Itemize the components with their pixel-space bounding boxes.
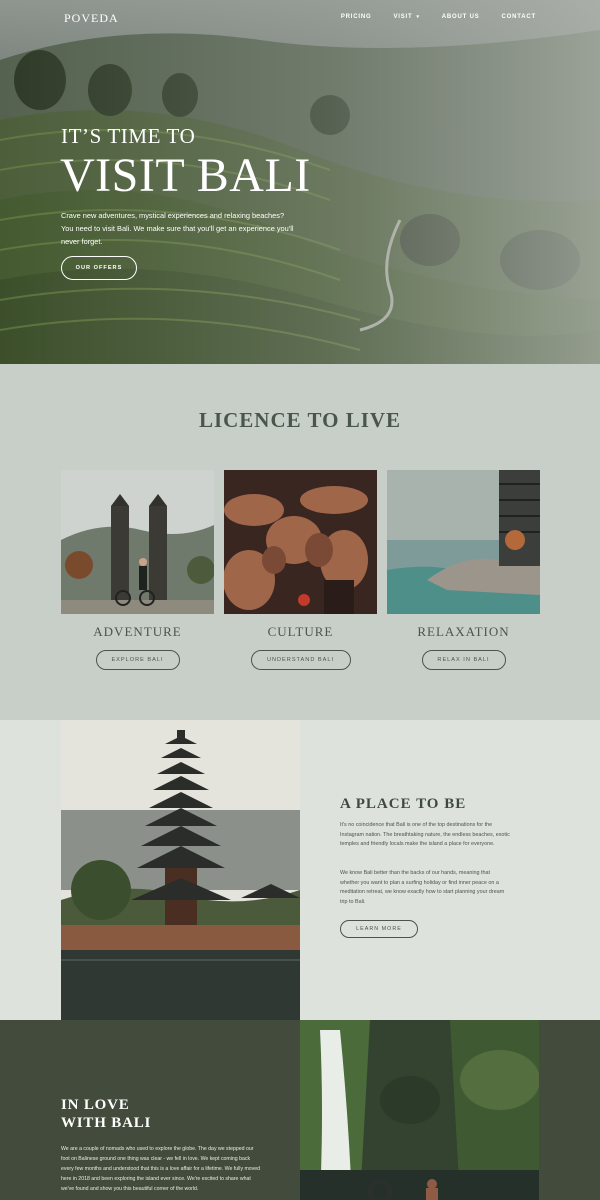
site-logo[interactable]: POVEDA xyxy=(64,11,119,26)
love-title-line-2: WITH BALI xyxy=(61,1115,152,1131)
temple-photo xyxy=(61,720,300,1020)
card-label-culture: CULTURE xyxy=(267,624,334,639)
nav-link-visit[interactable]: VISIT ▾ xyxy=(393,14,419,20)
culture-image xyxy=(224,470,377,614)
top-navigation: POVEDA PRICING VISIT ▾ ABOUT US CONTACT xyxy=(0,0,600,36)
relaxation-image xyxy=(387,470,540,614)
learn-more-button[interactable]: LEARN MORE xyxy=(340,920,418,938)
nav-link-contact[interactable]: CONTACT xyxy=(502,14,536,20)
place-paragraph-1: It's no coincidence that Bali is one of … xyxy=(340,822,510,847)
hero-title: VISIT BALI xyxy=(60,149,311,202)
card-culture: CULTURE UNDERSTAND BALI xyxy=(224,470,377,670)
nav-links: PRICING VISIT ▾ ABOUT US CONTACT xyxy=(341,14,536,20)
place-title: A PLACE TO BE xyxy=(340,796,467,812)
adventure-image xyxy=(61,470,214,614)
page: POVEDA PRICING VISIT ▾ ABOUT US CONTACT … xyxy=(0,0,600,1200)
temple-image xyxy=(61,720,300,1020)
place-paragraph-2: We know Bali better than the backs of ou… xyxy=(340,870,505,905)
relax-in-bali-button[interactable]: RELAX IN BALI xyxy=(421,650,506,670)
love-title: IN LOVE WITH BALI xyxy=(61,1096,151,1132)
card-relaxation: RELAXATION RELAX IN BALI xyxy=(387,470,540,670)
place-section: A PLACE TO BE It's no coincidence that B… xyxy=(0,720,600,1020)
understand-bali-button[interactable]: UNDERSTAND BALI xyxy=(250,650,351,670)
nav-link-about-us[interactable]: ABOUT US xyxy=(442,14,480,20)
card-label-relaxation: RELAXATION xyxy=(417,624,510,639)
card-label-adventure: ADVENTURE xyxy=(93,624,182,639)
explore-bali-button[interactable]: EXPLORE BALI xyxy=(95,650,180,670)
hero-pre-title: IT’S TIME TO xyxy=(61,124,196,148)
our-offers-button[interactable]: OUR OFFERS xyxy=(61,256,137,280)
relaxation-photo xyxy=(387,470,540,614)
love-description: We are a couple of nomads who used to ex… xyxy=(61,1146,261,1192)
love-section: IN LOVE WITH BALI We are a couple of nom… xyxy=(0,1020,600,1200)
hero-description: Crave new adventures, mystical experienc… xyxy=(61,211,294,246)
licence-title: LICENCE TO LIVE xyxy=(198,408,402,432)
culture-photo xyxy=(224,470,377,614)
card-adventure: ADVENTURE EXPLORE BALI xyxy=(61,470,214,670)
chevron-down-icon: ▾ xyxy=(416,14,420,20)
waterfall-image xyxy=(300,1020,539,1200)
licence-section: LICENCE TO LIVE ADVENTURE EXPLORE BALI C… xyxy=(0,364,600,720)
nav-link-visit-label: VISIT xyxy=(393,14,413,20)
hero-section: POVEDA PRICING VISIT ▾ ABOUT US CONTACT … xyxy=(0,0,600,364)
nav-link-pricing[interactable]: PRICING xyxy=(341,14,372,20)
love-title-line-1: IN LOVE xyxy=(61,1097,130,1113)
adventure-photo xyxy=(61,470,214,614)
waterfall-photo xyxy=(300,1020,539,1200)
